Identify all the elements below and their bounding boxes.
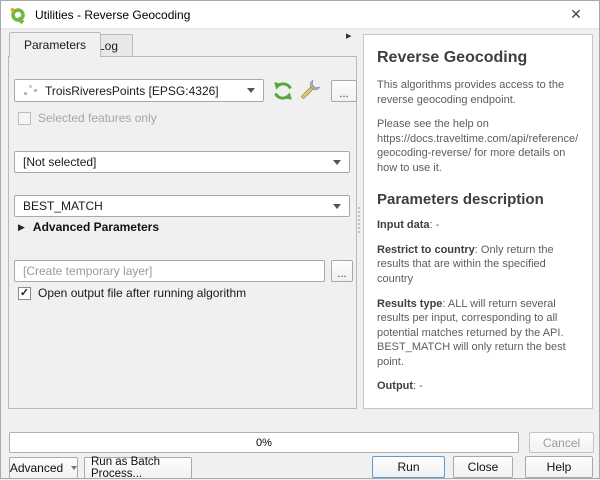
help-panel: Reverse Geocoding This algorithms provid… [363, 34, 593, 409]
help-param-restrict: Restrict to country: Only return the res… [377, 243, 554, 285]
run-button[interactable]: Run [372, 456, 445, 478]
wrench-icon [301, 80, 320, 99]
checkbox-unchecked-icon [18, 111, 31, 125]
chevron-down-icon [333, 203, 341, 209]
advanced-parameters-expander[interactable]: ▶ Advanced Parameters [18, 220, 159, 234]
qgis-logo-icon [10, 7, 25, 24]
help-intro: This algorithms provides access to the r… [377, 79, 565, 106]
run-as-batch-button[interactable]: Run as Batch Process... [84, 456, 192, 480]
input-data-combobox[interactable]: TroisRiveresPoints [EPSG:4326] [14, 79, 264, 102]
results-type-value: BEST_MATCH [23, 199, 103, 213]
title-bar: Utilities - Reverse Geocoding ✕ [1, 1, 599, 29]
advanced-menu-button[interactable]: Advanced [9, 457, 78, 479]
help-param-input-data: Input data: - [377, 219, 440, 232]
chevron-down-icon [71, 466, 78, 470]
open-output-label: Open output file after running algorithm [38, 286, 247, 300]
help-params-heading: Parameters description [377, 191, 544, 209]
splitter-handle[interactable] [358, 207, 361, 233]
chevron-down-icon [247, 88, 255, 93]
progress-value: 0% [256, 436, 272, 449]
restrict-country-combobox[interactable]: [Not selected] [14, 151, 350, 173]
help-panel-collapse-icon[interactable]: ▸ [346, 29, 352, 42]
selected-features-checkbox[interactable]: Selected features only [18, 111, 157, 125]
close-icon[interactable]: ✕ [561, 3, 591, 27]
restrict-country-value: [Not selected] [23, 155, 97, 169]
iterate-icon [274, 82, 292, 100]
results-type-combobox[interactable]: BEST_MATCH [14, 195, 350, 217]
progress-bar: 0% [9, 432, 519, 453]
point-layer-icon [23, 84, 39, 98]
output-field-wrap [14, 260, 325, 282]
window-title: Utilities - Reverse Geocoding [35, 7, 191, 22]
checkbox-checked-icon: ✓ [18, 286, 31, 300]
input-data-browse-button[interactable]: ... [331, 80, 357, 102]
iterate-over-layer-button[interactable] [272, 80, 294, 102]
dialog-window: Utilities - Reverse Geocoding ✕ Paramete… [0, 0, 600, 480]
help-param-output: Output: - [377, 380, 423, 393]
output-input[interactable] [23, 264, 316, 278]
input-data-value: TroisRiveresPoints [EPSG:4326] [45, 83, 219, 98]
tab-parameters[interactable]: Parameters [9, 32, 102, 57]
cancel-button[interactable]: Cancel [529, 432, 594, 453]
advanced-options-button[interactable] [298, 80, 320, 102]
help-title: Reverse Geocoding [377, 49, 528, 66]
help-see-also: Please see the help on https://docs.trav… [377, 118, 579, 174]
selected-features-label: Selected features only [38, 111, 157, 125]
open-output-checkbox[interactable]: ✓ Open output file after running algorit… [18, 286, 246, 300]
chevron-down-icon [333, 159, 341, 165]
help-param-results-type: Results type: ALL will return several re… [377, 297, 566, 368]
output-browse-button[interactable]: ... [331, 260, 353, 282]
help-button[interactable]: Help [525, 456, 593, 478]
tab-parameters-label: Parameters [24, 38, 87, 52]
close-button[interactable]: Close [453, 456, 513, 478]
expander-arrow-icon: ▶ [18, 221, 25, 232]
advanced-parameters-label: Advanced Parameters [32, 220, 159, 234]
